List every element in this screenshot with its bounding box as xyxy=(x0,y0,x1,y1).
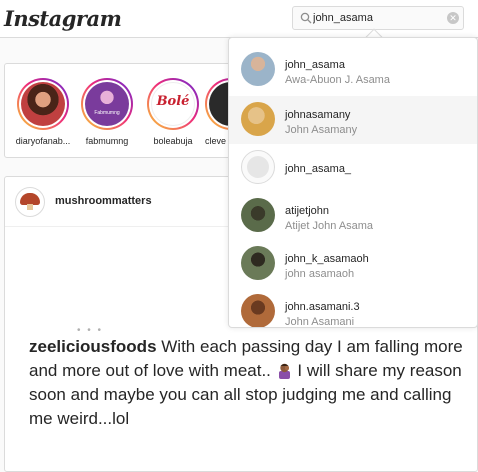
facepalm-emoji-icon xyxy=(278,363,290,379)
result-fullname: Atijet John Asama xyxy=(285,220,374,232)
result-avatar xyxy=(241,294,275,327)
result-username: john_asama xyxy=(285,59,345,71)
story-avatar: Fabmumng xyxy=(85,82,129,126)
avatar-logo-stem xyxy=(27,204,33,210)
result-avatar xyxy=(241,246,275,280)
search-result-item[interactable]: john_asama_ xyxy=(229,144,477,192)
result-avatar xyxy=(241,52,275,86)
search-result-item[interactable]: john_asama Awa-Abuon J. Asama xyxy=(229,46,477,94)
clear-search-icon[interactable]: ✕ xyxy=(447,12,459,24)
result-avatar xyxy=(241,102,275,136)
story-logo-text: Bolé xyxy=(156,94,190,109)
story-username: boleabuja xyxy=(153,136,193,146)
story-ring xyxy=(17,78,69,130)
result-fullname: John Asamany xyxy=(285,124,358,136)
result-username: atijetjohn xyxy=(285,205,330,217)
result-username: john.asamani.3 xyxy=(285,301,360,313)
result-fullname: John Asamani xyxy=(285,316,355,328)
caption-username: zeeliciousfoods xyxy=(29,337,157,356)
search-result-item[interactable]: atijetjohn Atijet John Asama xyxy=(229,192,477,240)
result-username: johnasamany xyxy=(285,109,351,121)
result-username: john_k_asamaoh xyxy=(285,253,369,265)
story-item[interactable]: Fabmumng fabmumng xyxy=(77,78,137,146)
result-fullname: john asamaoh xyxy=(285,268,355,280)
post-image-caption: zeeliciousfoods With each passing day I … xyxy=(29,335,469,431)
result-avatar xyxy=(241,198,275,232)
search-result-item[interactable]: johnasamany John Asamany xyxy=(229,96,477,144)
story-item[interactable]: diaryofanab... xyxy=(13,78,73,146)
result-avatar-placeholder xyxy=(241,150,275,184)
story-avatar: Bolé xyxy=(151,82,195,126)
post-author-avatar[interactable] xyxy=(15,187,45,217)
story-ring: Fabmumng xyxy=(81,78,133,130)
story-username: fabmumng xyxy=(85,136,129,146)
story-username: diaryofanab... xyxy=(15,136,71,146)
story-item[interactable]: Bolé boleabuja xyxy=(143,78,203,146)
result-username: john_asama_ xyxy=(285,163,352,175)
instagram-logo[interactable]: Instagram xyxy=(4,6,122,31)
story-logo-text: Fabmumng xyxy=(94,110,120,116)
story-ring: Bolé xyxy=(147,78,199,130)
search-result-item[interactable]: john_k_asamaoh john asamaoh xyxy=(229,240,477,288)
search-results-dropdown: john_asama Awa-Abuon J. Asama johnasaman… xyxy=(228,37,478,328)
search-result-item[interactable]: john.asamani.3 John Asamani xyxy=(229,288,477,328)
post-author-username[interactable]: mushroommatters xyxy=(55,195,152,207)
search-icon xyxy=(300,12,312,24)
story-avatar xyxy=(21,82,65,126)
top-navigation-bar: Instagram ✕ xyxy=(0,0,478,38)
search-input[interactable] xyxy=(313,9,439,27)
search-box[interactable]: ✕ xyxy=(292,6,464,30)
result-fullname: Awa-Abuon J. Asama xyxy=(285,74,390,86)
